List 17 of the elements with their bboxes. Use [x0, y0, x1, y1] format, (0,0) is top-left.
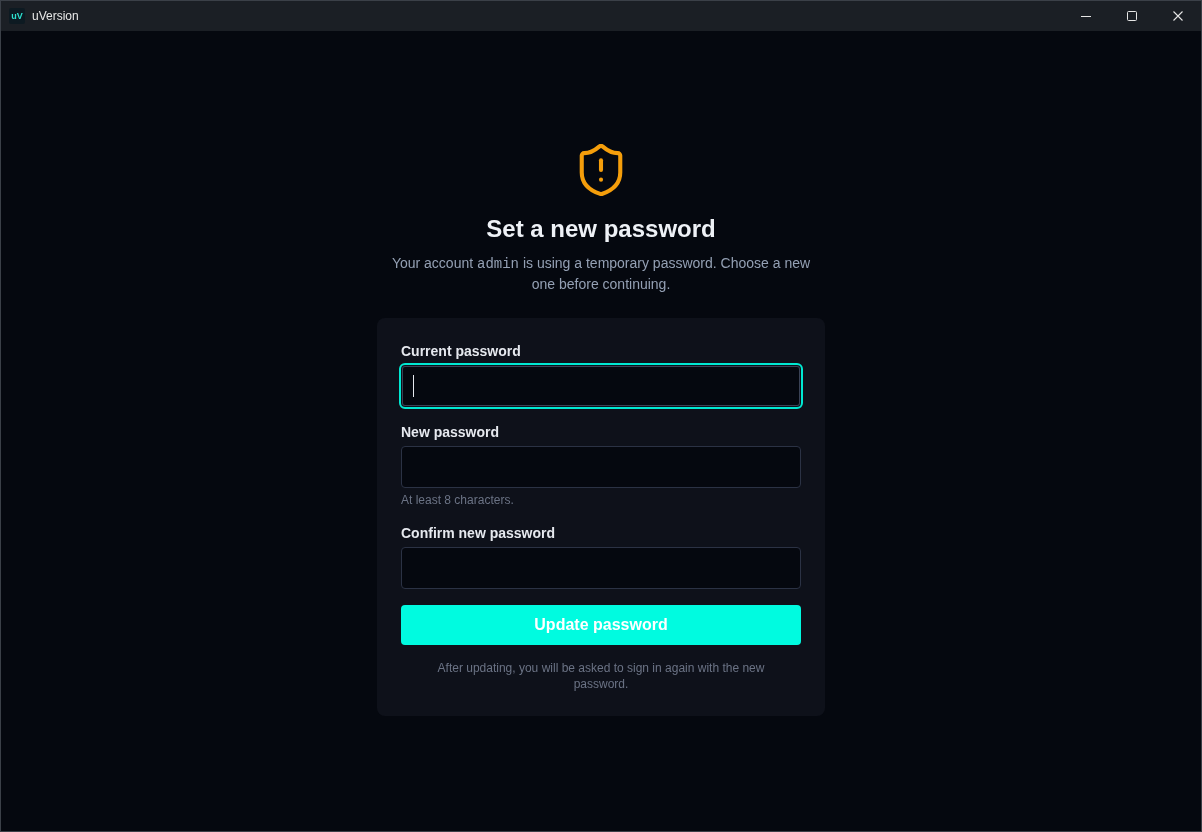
close-icon	[1173, 11, 1183, 21]
text-cursor-icon	[413, 375, 414, 397]
app-logo: uV	[9, 8, 25, 24]
minimize-icon	[1081, 15, 1091, 17]
maximize-icon	[1127, 11, 1137, 21]
password-field[interactable]	[401, 547, 801, 589]
footnote-text: After updating, you will be asked to sign in again with the new password.	[436, 660, 766, 692]
field-hint: At least 8 characters.	[401, 492, 514, 508]
page-heading: Set a new password	[486, 214, 716, 244]
field-label: Confirm new password	[401, 524, 556, 542]
password-field[interactable]	[401, 446, 801, 488]
update-password-button[interactable]: Update password	[401, 605, 801, 645]
page-description: Your account admin is using a temporary password. Choose a new one before continuing.	[390, 254, 812, 294]
field-label: New password	[401, 423, 500, 441]
field-label: Current password	[401, 342, 521, 360]
shield-warning-icon	[579, 144, 623, 196]
window-title: uVersion	[32, 9, 79, 23]
